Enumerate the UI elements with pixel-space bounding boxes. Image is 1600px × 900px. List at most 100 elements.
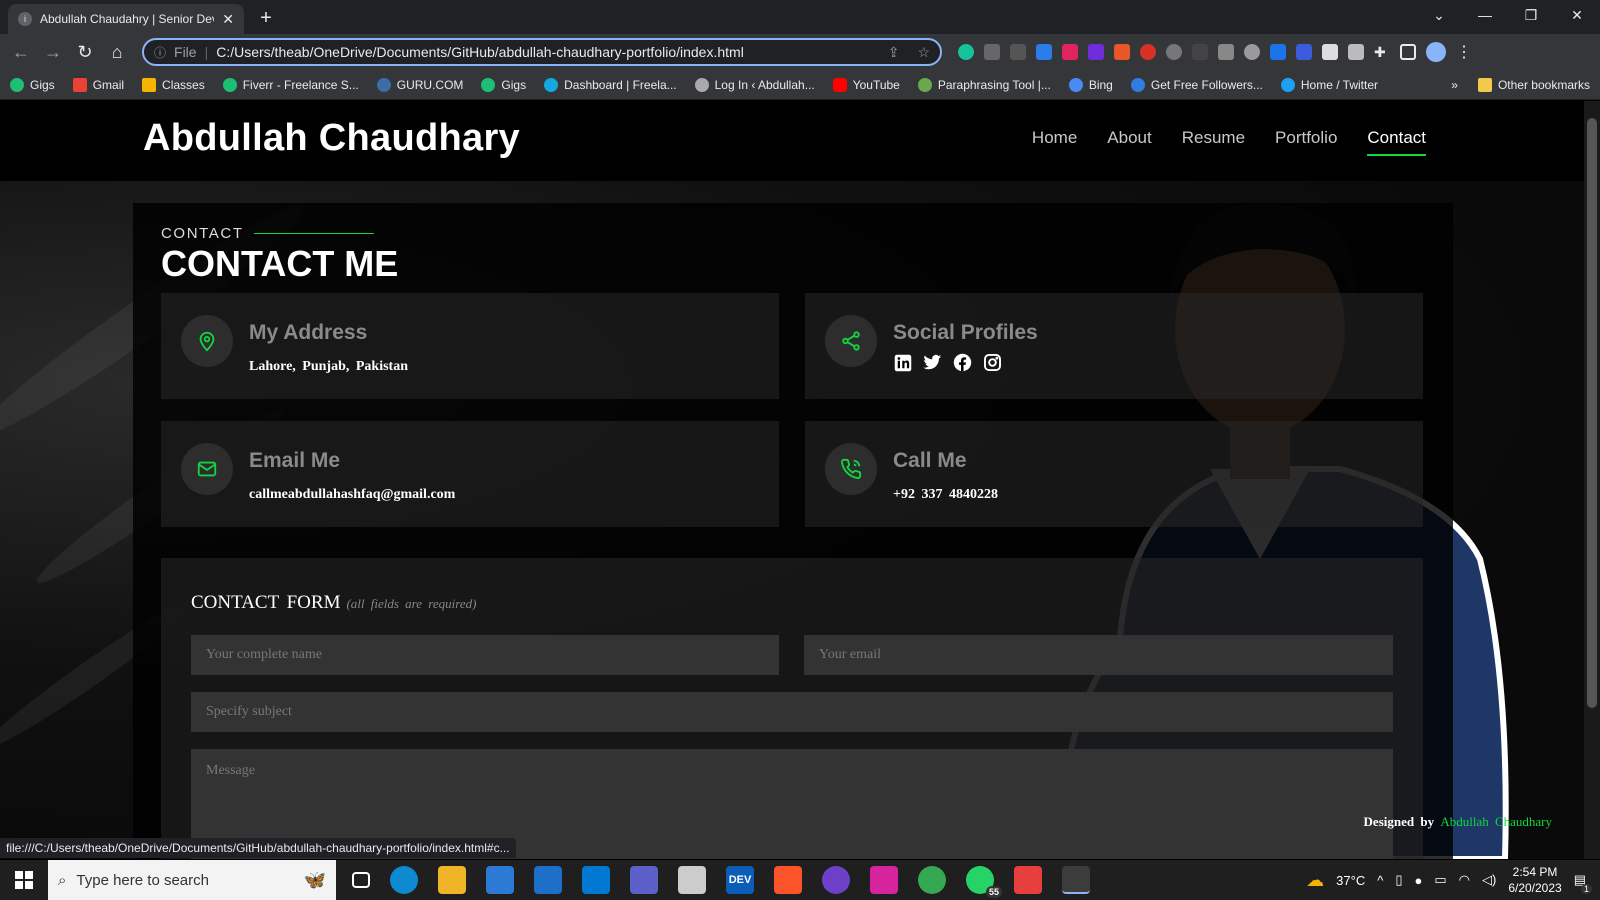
nav-about[interactable]: About — [1107, 128, 1151, 156]
address-url[interactable]: C:/Users/theab/OneDrive/Documents/GitHub… — [216, 44, 869, 60]
chrome-active-icon[interactable] — [1062, 866, 1090, 894]
twitter-icon[interactable] — [923, 353, 942, 372]
scrollbar-thumb[interactable] — [1587, 118, 1597, 708]
instagram-app-icon[interactable] — [870, 866, 898, 894]
address-value: Lahore, Punjab, Pakistan — [249, 359, 408, 374]
volume-icon[interactable]: ◁) — [1482, 872, 1496, 888]
extension-icon[interactable] — [1244, 44, 1260, 60]
close-tab-icon[interactable]: ✕ — [222, 11, 234, 28]
extension-icon[interactable] — [1192, 44, 1208, 60]
bookmark-star-icon[interactable]: ☆ — [917, 44, 930, 61]
shield-extension-icon[interactable] — [1036, 44, 1052, 60]
vscode-icon[interactable] — [582, 866, 610, 894]
subject-input[interactable]: Specify subject — [191, 692, 1393, 732]
other-bookmarks-folder[interactable]: Other bookmarks — [1477, 77, 1590, 92]
extension-icon[interactable] — [984, 44, 1000, 60]
bookmark-item[interactable]: Classes — [142, 77, 205, 92]
camera-extension-icon[interactable] — [1218, 44, 1234, 60]
battery-icon[interactable]: ▭ — [1434, 872, 1446, 888]
bookmark-item[interactable]: Gigs — [10, 77, 55, 92]
zip-extension-icon[interactable] — [1296, 44, 1312, 60]
email-value[interactable]: callmeabdullahashfaq@gmail.com — [249, 487, 455, 503]
mail-icon[interactable] — [534, 866, 562, 894]
chrome-icon[interactable] — [918, 866, 946, 894]
home-button[interactable]: ⌂ — [104, 39, 130, 65]
extension-icon[interactable] — [1140, 44, 1156, 60]
nav-portfolio[interactable]: Portfolio — [1275, 128, 1337, 156]
brave-icon[interactable] — [774, 866, 802, 894]
extension-icon[interactable] — [1114, 44, 1130, 60]
bookmark-item[interactable]: YouTube — [832, 77, 900, 92]
bookmark-item[interactable]: GURU.COM — [376, 77, 463, 92]
site-logo[interactable]: Abdullah Chaudhary — [143, 117, 520, 160]
social-links — [893, 353, 1002, 372]
guru-icon — [376, 77, 391, 92]
restore-button[interactable]: ❐ — [1508, 0, 1554, 30]
new-tab-button[interactable]: + — [252, 4, 280, 32]
windows-start-button[interactable] — [0, 860, 48, 900]
wifi-icon[interactable]: ◠ — [1459, 872, 1470, 888]
weather-icon[interactable]: ☁ — [1306, 870, 1324, 891]
whatsapp-icon[interactable]: 55 — [966, 866, 1002, 898]
file-explorer-icon[interactable] — [438, 866, 466, 894]
share-icon[interactable]: ⇪ — [888, 44, 900, 61]
tray-chevron-icon[interactable]: ^ — [1377, 873, 1383, 888]
more-bookmarks-icon[interactable]: » — [1451, 78, 1458, 92]
browser-tab[interactable]: i Abdullah Chaudahry | Senior Dev ✕ — [8, 4, 244, 34]
dev-app-icon[interactable]: DEV — [726, 866, 754, 894]
site-info-icon[interactable]: ⓘ — [154, 44, 166, 61]
grammarly-extension-icon[interactable] — [958, 44, 974, 60]
bookmark-item[interactable]: Home / Twitter — [1280, 77, 1378, 92]
meet-icon[interactable]: ▯ — [1395, 872, 1402, 888]
microsoft-store-icon[interactable] — [486, 866, 514, 894]
email-heading: Email Me — [249, 449, 341, 472]
task-view-icon[interactable] — [352, 872, 370, 888]
nav-home[interactable]: Home — [1032, 128, 1077, 156]
location-icon[interactable]: ● — [1414, 873, 1422, 888]
nav-resume[interactable]: Resume — [1182, 128, 1245, 156]
back-button[interactable]: ← — [8, 39, 34, 65]
extension-icon[interactable] — [1062, 44, 1078, 60]
linkedin-icon[interactable] — [893, 353, 912, 372]
extension-icon[interactable] — [1088, 44, 1104, 60]
taskbar-search-box[interactable]: ⌕ Type here to search 🦋 — [48, 860, 336, 900]
extension-icon[interactable] — [1322, 44, 1338, 60]
edge-icon[interactable] — [390, 866, 418, 894]
notification-center-icon[interactable]: ▤ 1 — [1574, 872, 1592, 894]
designer-link[interactable]: Abdullah Chaudhary — [1440, 814, 1552, 829]
menu-kebab-icon[interactable]: ⋮ — [1456, 42, 1472, 62]
bookmark-item[interactable]: Gigs — [481, 77, 526, 92]
mail-extension-icon[interactable] — [1348, 44, 1364, 60]
reload-button[interactable]: ↻ — [72, 39, 98, 65]
bookmark-item[interactable]: Get Free Followers... — [1130, 77, 1263, 92]
extension-icon[interactable] — [1010, 44, 1026, 60]
git-app-icon[interactable] — [1014, 866, 1042, 894]
phone-value[interactable]: +92 337 4840228 — [893, 487, 998, 503]
github-icon[interactable] — [822, 866, 850, 894]
instagram-icon[interactable] — [983, 353, 1002, 372]
power-automate-icon[interactable] — [630, 866, 658, 894]
bookmark-item[interactable]: Log In ‹ Abdullah... — [694, 77, 815, 92]
photo-app-icon[interactable] — [678, 866, 706, 894]
facebook-icon[interactable] — [953, 353, 972, 372]
bookmark-item[interactable]: Gmail — [72, 77, 124, 92]
minimize-button[interactable]: — — [1462, 0, 1508, 30]
bookmark-item[interactable]: Bing — [1068, 77, 1113, 92]
email-input[interactable]: Your email — [804, 635, 1393, 675]
bookmark-item[interactable]: Dashboard | Freela... — [544, 77, 677, 92]
name-input[interactable]: Your complete name — [191, 635, 779, 675]
wordpress-extension-icon[interactable] — [1166, 44, 1182, 60]
side-panel-icon[interactable] — [1400, 44, 1416, 60]
weather-temp[interactable]: 37°C — [1336, 873, 1365, 888]
address-bar[interactable]: ⓘ File | C:/Users/theab/OneDrive/Documen… — [142, 38, 942, 66]
close-window-button[interactable]: ✕ — [1554, 0, 1600, 30]
tab-search-icon[interactable]: ⌄ — [1416, 0, 1462, 30]
profile-avatar-icon[interactable] — [1426, 42, 1446, 62]
nav-contact[interactable]: Contact — [1367, 128, 1426, 156]
bookmark-item[interactable]: Paraphrasing Tool |... — [917, 77, 1051, 92]
bookmark-item[interactable]: Fiverr - Freelance S... — [222, 77, 359, 92]
download-extension-icon[interactable] — [1270, 44, 1286, 60]
clock[interactable]: 2:54 PM 6/20/2023 — [1508, 864, 1561, 896]
puzzle-extensions-icon[interactable]: ✚ — [1374, 44, 1390, 60]
forward-button[interactable]: → — [40, 39, 66, 65]
